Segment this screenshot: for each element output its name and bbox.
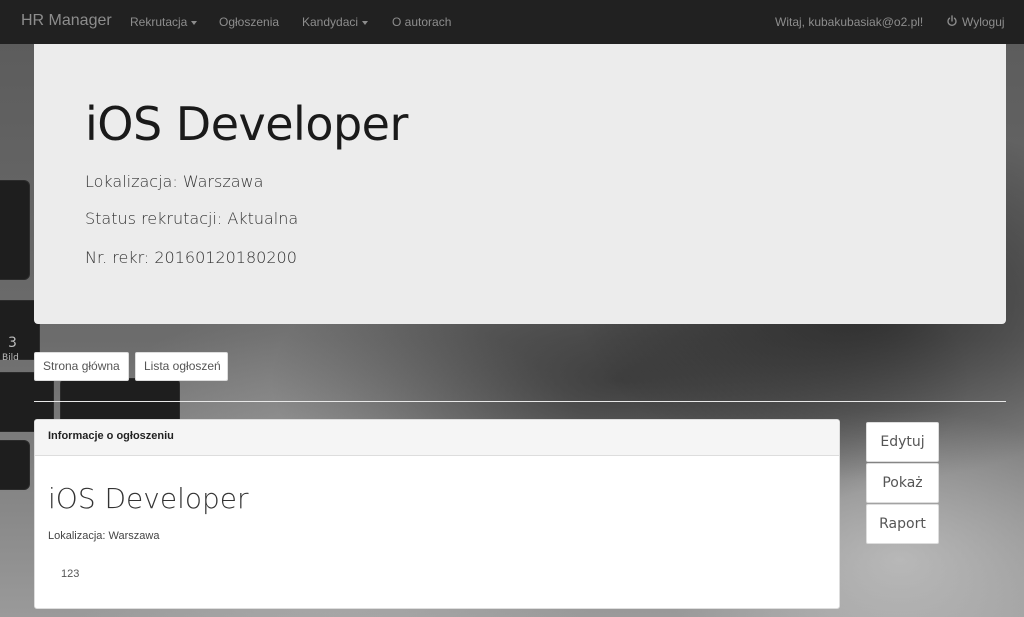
job-header-jumbotron: iOS Developer Lokalizacja: Warszawa Stat… (34, 44, 1006, 324)
page-title: iOS Developer (85, 97, 408, 151)
panel-title: iOS Developer (48, 482, 249, 515)
logout-link[interactable]: Wyloguj (946, 15, 1005, 29)
key-number-label: 3 (8, 335, 17, 351)
nav-item-label: Kandydaci (302, 15, 359, 29)
nav-item-label: O autorach (392, 15, 452, 29)
user-greeting-link[interactable]: Witaj, kubakubasiak@o2.pl! (775, 15, 923, 29)
nav-item-label: Ogłoszenia (219, 15, 280, 29)
divider (34, 401, 1006, 402)
edit-button[interactable]: Edytuj (866, 422, 939, 462)
show-button[interactable]: Pokaż (866, 463, 939, 503)
key-text-label: Bild (2, 353, 19, 363)
nav-item-o-autorach[interactable]: O autorach (392, 15, 451, 29)
nav-item-ogloszenia[interactable]: Ogłoszenia (219, 15, 279, 29)
logout-label: Wyloguj (962, 15, 1005, 29)
caret-down-icon (362, 20, 369, 25)
power-icon (947, 15, 957, 27)
listing-info-panel: Informacje o ogłoszeniu iOS Developer Lo… (34, 419, 840, 609)
listings-button[interactable]: Lista ogłoszeń (135, 352, 228, 381)
top-navbar: HR Manager Rekrutacja Ogłoszenia Kandyda… (0, 0, 1024, 44)
brand-link[interactable]: HR Manager (21, 12, 112, 30)
panel-description: 123 (61, 568, 80, 580)
caret-down-icon (191, 20, 198, 25)
nav-item-label: Rekrutacja (130, 15, 188, 29)
keyboard-key (0, 440, 30, 490)
recruitment-number: Nr. rekr: 20160120180200 (85, 248, 297, 267)
panel-heading: Informacje o ogłoszeniu (35, 420, 839, 456)
job-location: Lokalizacja: Warszawa (85, 172, 264, 191)
report-button[interactable]: Raport (866, 504, 939, 544)
nav-item-rekrutacja[interactable]: Rekrutacja (130, 15, 198, 29)
home-button[interactable]: Strona główna (34, 352, 129, 381)
recruitment-status: Status rekrutacji: Aktualna (85, 209, 299, 228)
nav-item-kandydaci[interactable]: Kandydaci (302, 15, 369, 29)
keyboard-key (0, 180, 30, 280)
panel-location: Lokalizacja: Warszawa (48, 530, 160, 542)
